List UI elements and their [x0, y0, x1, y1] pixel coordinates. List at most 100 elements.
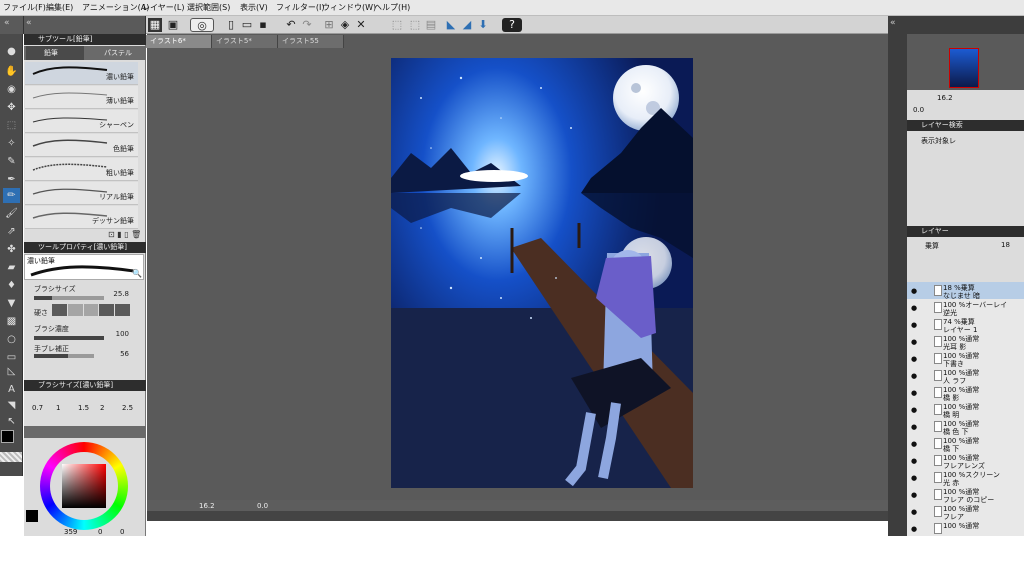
density-slider[interactable] [34, 336, 104, 340]
layer-row[interactable]: ● 100 %通常人 ラフ [907, 367, 1024, 385]
color-wheel[interactable] [40, 442, 128, 530]
image-icon[interactable]: ▣ [166, 18, 180, 32]
grid-snap-icon[interactable]: ⬇ [476, 18, 490, 32]
menu-edit[interactable]: 編集(E) [46, 2, 73, 13]
layer-row[interactable]: ● 100 %通常 下書き [907, 350, 1024, 368]
brush-icon[interactable]: 🖌 [3, 206, 20, 221]
visibility-eye-icon[interactable]: ● [911, 457, 919, 465]
menu-help[interactable]: ヘルプ(H) [374, 2, 410, 13]
brush-real-pencil[interactable]: リアル鉛筆 [25, 182, 138, 205]
tab-illust6[interactable]: イラスト6* [146, 35, 212, 48]
frame-icon[interactable]: ▭ [3, 350, 20, 365]
visibility-eye-icon[interactable]: ● [911, 321, 919, 329]
navigator-zoom[interactable]: 16.2 [937, 94, 953, 102]
grid-icon[interactable]: ▦ [148, 18, 162, 32]
layer-row[interactable]: ● 18 %乗算 なじませ 暗 [907, 282, 1024, 300]
layer-row[interactable]: ● 100 %通常橋 下 [907, 435, 1024, 453]
menu-layer[interactable]: レイヤー(L) [142, 2, 184, 13]
navigator-angle[interactable]: 0.0 [913, 106, 924, 114]
brush-rough-pencil[interactable]: 粗い鉛筆 [25, 158, 138, 181]
menu-filter[interactable]: フィルター(I) [276, 2, 324, 13]
pencil-icon[interactable]: ✏ [3, 188, 20, 203]
pen-icon[interactable]: ✒ [3, 172, 20, 187]
visibility-eye-icon[interactable]: ● [911, 389, 919, 397]
clear-icon[interactable]: ▤ [424, 18, 438, 32]
layer-row[interactable]: ● 100 %スクリーン光 赤 [907, 469, 1024, 487]
main-color-swatch[interactable] [1, 430, 14, 443]
menu-window[interactable]: ウィンドウ(W) [322, 2, 376, 13]
layer-opacity[interactable]: 18 [1001, 241, 1010, 249]
visibility-eye-icon[interactable]: ● [911, 423, 919, 431]
airbrush-icon[interactable]: ⇗ [3, 224, 20, 239]
layer-row[interactable]: ● 100 %通常 フレア [907, 503, 1024, 521]
layer-row[interactable]: ● 100 %通常 フレアレンズ [907, 452, 1024, 470]
layer-row[interactable]: ● 100 %通常 光耳 影 [907, 333, 1024, 351]
transparent-swatch[interactable] [0, 452, 22, 462]
open-file-icon[interactable]: ▭ [240, 18, 254, 32]
visibility-eye-icon[interactable]: ● [911, 304, 919, 312]
tab-pastel[interactable]: パステル [86, 46, 144, 60]
visibility-eye-icon[interactable]: ● [911, 338, 919, 346]
navigator-tabs[interactable] [907, 34, 1024, 46]
brush-light-pencil[interactable]: 薄い鉛筆 [25, 86, 138, 109]
ruler-snap-icon[interactable]: ◣ [444, 18, 458, 32]
horizontal-scrollbar[interactable] [147, 511, 888, 521]
visibility-eye-icon[interactable]: ● [911, 525, 919, 533]
clip-studio-icon[interactable]: ◎ [190, 18, 214, 32]
layer-row[interactable]: ● 74 %乗算 レイヤー 1 [907, 316, 1024, 334]
menu-selection[interactable]: 選択範囲(S) [187, 2, 230, 13]
brush-sketch-pencil[interactable]: デッサン鉛筆 [25, 206, 138, 229]
figure-icon[interactable]: ○ [3, 332, 20, 347]
blend-icon[interactable]: ♦ [3, 278, 20, 293]
brush-color-pencil[interactable]: 色鉛筆 [25, 134, 138, 157]
special-ruler-snap-icon[interactable]: ◢ [460, 18, 474, 32]
brush-mechanical-pencil[interactable]: シャーペン [25, 110, 138, 133]
layer-row[interactable]: ● 100 %通常橋 明 [907, 401, 1024, 419]
visibility-eye-icon[interactable]: ● [911, 287, 919, 295]
undo-icon[interactable]: ↶ [284, 18, 298, 32]
canvas-artwork[interactable] [391, 58, 693, 488]
gradient-icon[interactable]: ▩ [3, 314, 20, 329]
crop-icon[interactable]: ✕ [354, 18, 368, 32]
hardness-selector[interactable] [52, 304, 130, 316]
size-0[interactable]: 0.7 [32, 404, 43, 412]
select-tool-icon[interactable]: ⬚ [3, 118, 20, 133]
balloon-icon[interactable]: ◥ [3, 398, 20, 413]
main-color-chip[interactable] [26, 510, 38, 522]
zoom-icon[interactable]: ● [3, 44, 20, 59]
save-icon[interactable]: ▪ [256, 18, 270, 32]
redo-icon[interactable]: ↷ [300, 18, 314, 32]
canvas-zoom[interactable]: 16.2 [199, 502, 215, 510]
text-icon[interactable]: A [3, 382, 20, 397]
size-3[interactable]: 2 [100, 404, 104, 412]
tab-illust5[interactable]: イラスト5* [212, 35, 278, 48]
help-icon[interactable]: ? [502, 18, 522, 32]
fill-icon[interactable]: ◈ [338, 18, 352, 32]
navigator-view[interactable] [907, 46, 1024, 90]
layer-row[interactable]: ● 100 %通常橋 影 [907, 384, 1024, 402]
new-file-icon[interactable]: ▯ [224, 18, 238, 32]
visibility-eye-icon[interactable]: ● [911, 372, 919, 380]
layer-row[interactable]: ● 100 %通常橋 色 下 [907, 418, 1024, 436]
visibility-eye-icon[interactable]: ● [911, 491, 919, 499]
size-2[interactable]: 1.5 [78, 404, 89, 412]
decoration-icon[interactable]: ✤ [3, 242, 20, 257]
magnify-icon[interactable]: 🔍 [132, 269, 142, 278]
stabilize-slider[interactable] [34, 354, 94, 358]
eraser-icon[interactable]: ▰ [3, 260, 20, 275]
layer-row[interactable]: ● 100 %通常 [907, 520, 1024, 536]
collapse-right[interactable]: « [890, 18, 896, 28]
left-dock-strip[interactable]: « [24, 16, 146, 34]
collapse-left[interactable]: « [0, 16, 24, 34]
layer-search-scope[interactable]: 表示対象レ [921, 136, 956, 146]
auto-select-icon[interactable]: ✧ [3, 136, 20, 151]
visibility-eye-icon[interactable]: ● [911, 474, 919, 482]
visibility-eye-icon[interactable]: ● [911, 355, 919, 363]
select-icon[interactable]: ⬚ [390, 18, 404, 32]
menu-view[interactable]: 表示(V) [240, 2, 268, 13]
layer-row[interactable]: ● 100 %オーバーレイ 逆光 [907, 299, 1024, 317]
layer-row[interactable]: ● 100 %通常 フレア のコピー [907, 486, 1024, 504]
color-square[interactable] [62, 464, 106, 508]
menu-file[interactable]: ファイル(F) [3, 2, 46, 13]
brush-dark-pencil[interactable]: 濃い鉛筆 [25, 62, 138, 85]
